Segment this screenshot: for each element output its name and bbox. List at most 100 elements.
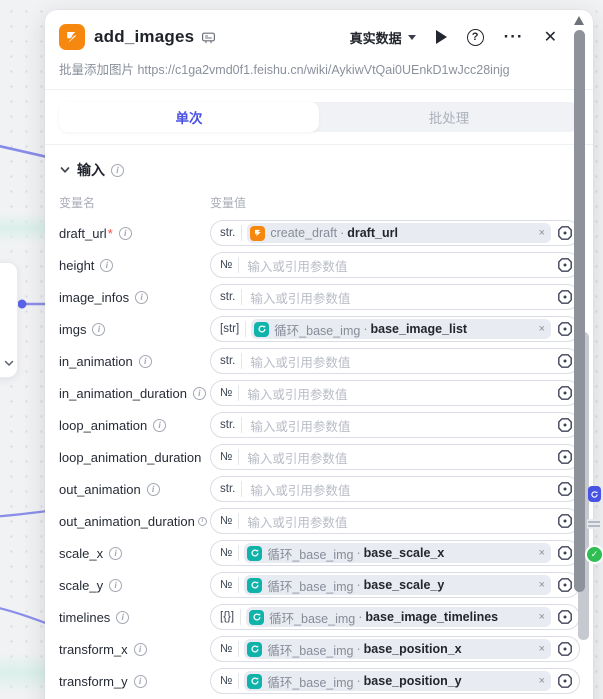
param-value-field[interactable]: № 循环_base_img · base_position_y × [210,668,580,694]
param-value-field[interactable]: str. 输入或引用参数值 [210,412,580,438]
type-tag[interactable]: str. [211,289,242,305]
clear-icon[interactable]: × [533,643,545,655]
type-tag[interactable]: str. [211,353,242,369]
reference-pill[interactable]: 循环_base_img · base_image_timelines × [246,607,551,627]
node-settings-icon[interactable] [556,384,574,402]
param-label: out_animation_duration i [59,514,210,529]
info-icon[interactable]: i [92,323,105,336]
annotation-icon[interactable] [201,30,216,45]
type-tag[interactable]: str. [211,225,242,241]
param-row: in_animation i str. 输入或引用参数值 [59,345,580,377]
data-mode-dropdown[interactable]: 真实数据 [350,28,416,47]
node-settings-icon[interactable] [556,544,574,562]
clear-icon[interactable]: × [533,227,545,239]
clear-icon[interactable]: × [533,611,545,623]
reference-pill[interactable]: create_draft · draft_url × [247,223,551,243]
param-value-field[interactable]: [str] 循环_base_img · base_image_list × [210,316,580,342]
node-settings-icon[interactable] [556,672,574,690]
info-icon[interactable]: i [116,611,129,624]
info-icon[interactable]: i [119,227,132,240]
ref-field-name: base_scale_y [364,578,445,592]
canvas-node-label [587,519,601,529]
info-icon[interactable]: i [134,643,147,656]
param-value-field[interactable]: № 输入或引用参数值 [210,444,580,470]
reference-pill[interactable]: 循环_base_img · base_position_y × [244,671,551,691]
param-value-field[interactable]: № 循环_base_img · base_position_x × [210,636,580,662]
node-settings-icon[interactable] [556,224,574,242]
run-button[interactable] [436,30,447,44]
info-icon[interactable]: i [198,517,207,526]
param-value-field[interactable]: № 循环_base_img · base_scale_y × [210,572,580,598]
reference-pill[interactable]: 循环_base_img · base_image_list × [251,319,551,339]
info-icon[interactable]: i [135,291,148,304]
reference-pill[interactable]: 循环_base_img · base_scale_y × [244,575,551,595]
scrollbar-thumb[interactable] [574,30,585,592]
type-tag[interactable]: № [211,513,239,529]
tab-single[interactable]: 单次 [59,102,319,132]
col-variable-value: 变量值 [210,194,579,211]
type-tag[interactable]: № [211,385,239,401]
value-placeholder: 输入或引用参数值 [242,288,551,307]
reference-pill[interactable]: 循环_base_img · base_position_x × [244,639,551,659]
param-value-field[interactable]: str. create_draft · draft_url × [210,220,580,246]
info-icon[interactable]: i [153,419,166,432]
param-value-field[interactable]: [{}] 循环_base_img · base_image_timelines … [210,604,580,630]
type-tag[interactable]: № [211,673,239,689]
param-value-field[interactable]: str. 输入或引用参数值 [210,348,580,374]
value-placeholder: 输入或引用参数值 [239,384,551,403]
type-tag[interactable]: № [211,257,239,273]
node-settings-icon[interactable] [556,416,574,434]
param-value-field[interactable]: № 输入或引用参数值 [210,508,580,534]
loop-node-icon [247,546,262,561]
param-value-field[interactable]: str. 输入或引用参数值 [210,476,580,502]
canvas-node[interactable] [0,262,18,378]
info-icon[interactable]: i [111,164,124,177]
param-name: loop_animation_duration [59,450,201,465]
type-tag[interactable]: № [211,577,239,593]
info-icon[interactable]: i [147,483,160,496]
chevron-down-icon[interactable] [3,357,15,369]
node-settings-icon[interactable] [556,512,574,530]
param-name: draft_url [59,226,107,241]
param-name: scale_x [59,546,103,561]
type-tag[interactable]: № [211,545,239,561]
node-settings-icon[interactable] [556,448,574,466]
type-tag[interactable]: [{}] [211,609,241,625]
node-settings-icon[interactable] [556,352,574,370]
node-settings-icon[interactable] [556,608,574,626]
node-settings-icon[interactable] [556,576,574,594]
close-button[interactable]: ✕ [544,27,557,47]
tab-batch[interactable]: 批处理 [319,102,579,132]
scroll-up-arrow[interactable] [574,16,584,25]
info-icon[interactable]: i [193,387,206,400]
node-settings-icon[interactable] [556,256,574,274]
param-value-field[interactable]: str. 输入或引用参数值 [210,284,580,310]
help-button[interactable]: ? [467,29,484,46]
info-icon[interactable]: i [139,355,152,368]
clear-icon[interactable]: × [533,579,545,591]
loop-node-badge[interactable] [588,486,601,502]
param-value-field[interactable]: № 循环_base_img · base_scale_x × [210,540,580,566]
more-button[interactable]: ··· [504,32,524,42]
node-settings-icon[interactable] [556,288,574,306]
node-settings-icon[interactable] [556,320,574,338]
ellipsis-icon: ··· [504,32,524,42]
clear-icon[interactable]: × [533,323,545,335]
chevron-down-icon[interactable] [59,164,71,176]
param-value-field[interactable]: № 输入或引用参数值 [210,380,580,406]
info-icon[interactable]: i [109,547,122,560]
reference-pill[interactable]: 循环_base_img · base_scale_x × [244,543,551,563]
clear-icon[interactable]: × [533,675,545,687]
node-settings-icon[interactable] [556,640,574,658]
param-value-field[interactable]: № 输入或引用参数值 [210,252,580,278]
type-tag[interactable]: str. [211,481,242,497]
clear-icon[interactable]: × [533,547,545,559]
type-tag[interactable]: [str] [211,321,246,337]
node-settings-icon[interactable] [556,480,574,498]
type-tag[interactable]: № [211,449,239,465]
type-tag[interactable]: № [211,641,239,657]
info-icon[interactable]: i [100,259,113,272]
info-icon[interactable]: i [109,579,122,592]
info-icon[interactable]: i [134,675,147,688]
type-tag[interactable]: str. [211,417,242,433]
